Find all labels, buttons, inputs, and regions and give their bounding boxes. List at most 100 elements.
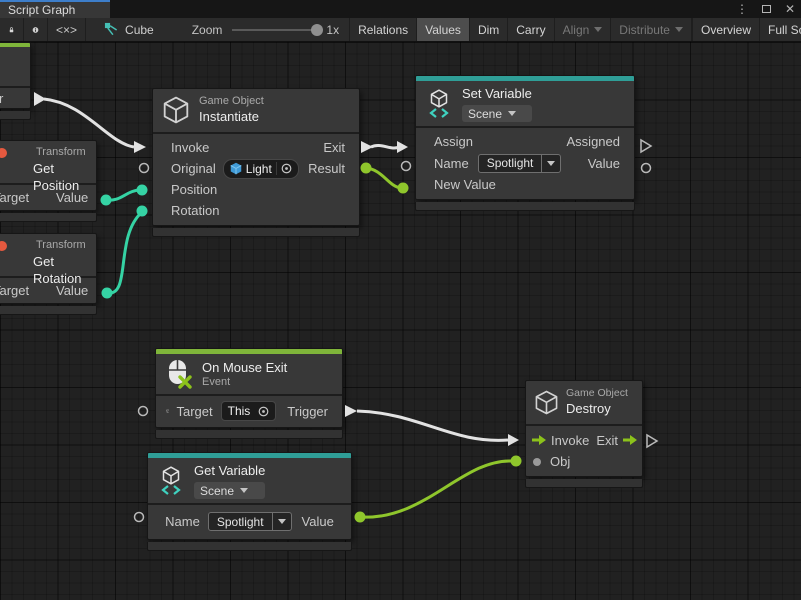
- input-name-label: Name: [165, 514, 200, 529]
- variable-scope-dropdown[interactable]: Scene: [462, 105, 532, 122]
- graph-canvas[interactable]: r Transform Get Position Target Value: [0, 42, 801, 600]
- input-target-label: Target: [0, 283, 29, 298]
- chevron-down-icon: [594, 27, 602, 32]
- chevron-down-icon: [547, 161, 555, 166]
- tab-script-graph[interactable]: Script Graph: [0, 0, 110, 18]
- port-mouseexit-target-in[interactable]: [139, 407, 148, 416]
- wire-exit-to-assign[interactable]: [371, 145, 399, 148]
- chevron-down-icon: [675, 27, 683, 32]
- overview-button[interactable]: Overview: [693, 18, 760, 41]
- port-destroy-exit-out[interactable]: [647, 435, 657, 447]
- maximize-icon[interactable]: [759, 0, 773, 18]
- relations-toggle[interactable]: Relations: [350, 18, 417, 41]
- port-setvariable-newvalue-in[interactable]: [398, 183, 409, 194]
- output-trigger-label: Trigger: [287, 404, 328, 419]
- input-invoke-label: Invoke: [171, 140, 209, 155]
- node-on-mouse-exit[interactable]: On Mouse Exit Event Target This: [155, 348, 343, 439]
- flow-out-arrow-icon: [622, 433, 638, 447]
- node-get-position[interactable]: Transform Get Position Target Value: [0, 140, 97, 222]
- port-row-label: r: [0, 91, 3, 106]
- object-picker-icon[interactable]: [254, 405, 273, 418]
- port-mouseexit-trigger-out[interactable]: [345, 405, 357, 417]
- align-dropdown[interactable]: Align: [555, 18, 612, 41]
- port-instantiate-exit-out[interactable]: [361, 141, 373, 153]
- port-instantiate-position-in[interactable]: [137, 185, 148, 196]
- port-getvariable-value-out[interactable]: [355, 512, 366, 523]
- port-destroy-obj-in[interactable]: [511, 456, 522, 467]
- port-getrotation-value-out[interactable]: [102, 288, 113, 299]
- original-object-field[interactable]: Light: [223, 159, 299, 179]
- code-preview-button[interactable]: <×>: [48, 18, 86, 41]
- code-glyph: <×>: [56, 23, 77, 37]
- mouse-exit-icon: [166, 359, 192, 389]
- full-screen-button[interactable]: Full Screen: [760, 18, 801, 41]
- node-title: Instantiate: [199, 108, 264, 125]
- variable-scope-dropdown[interactable]: Scene: [194, 482, 265, 499]
- info-button[interactable]: [24, 18, 48, 41]
- node-title: Destroy: [566, 400, 628, 417]
- distribute-dropdown[interactable]: Distribute: [611, 18, 692, 41]
- chevron-down-icon: [278, 519, 286, 524]
- variable-icon: [426, 89, 452, 118]
- node-set-variable[interactable]: Set Variable Scene Assign Assigned Name: [415, 75, 635, 211]
- port-event-trigger-out[interactable]: [34, 92, 46, 106]
- port-instantiate-original-in[interactable]: [140, 164, 149, 173]
- port-getposition-value-out[interactable]: [101, 195, 112, 206]
- output-value-label: Value: [56, 190, 88, 205]
- values-toggle[interactable]: Values: [417, 18, 470, 41]
- port-setvariable-assign-in[interactable]: [397, 141, 408, 153]
- carry-toggle[interactable]: Carry: [508, 18, 554, 41]
- node-offscreen-event[interactable]: r: [0, 42, 31, 120]
- dim-toggle[interactable]: Dim: [470, 18, 508, 41]
- port-instantiate-result-out[interactable]: [361, 163, 372, 174]
- zoom-control: Zoom 1x: [160, 18, 350, 41]
- wire-rotation-value[interactable]: [107, 212, 142, 293]
- tab-title: Script Graph: [8, 3, 75, 17]
- flow-in-arrow-icon: [531, 433, 547, 447]
- port-instantiate-invoke-in[interactable]: [134, 141, 146, 153]
- node-category: Game Object: [199, 95, 264, 108]
- node-title: Get Variable: [194, 462, 265, 479]
- output-value-label: Value: [56, 283, 88, 298]
- port-getvariable-name-in[interactable]: [135, 513, 144, 522]
- node-instantiate[interactable]: Game Object Instantiate Invoke Exit Orig…: [152, 88, 360, 237]
- object-picker-icon[interactable]: [276, 162, 296, 175]
- port-setvariable-name-in[interactable]: [402, 162, 411, 171]
- input-assign-label: Assign: [434, 134, 473, 149]
- node-get-variable[interactable]: Get Variable Scene Name Spotlight Value: [147, 452, 352, 551]
- wire-trigger-to-invoke[interactable]: [357, 411, 508, 440]
- zoom-value: 1x: [326, 23, 339, 37]
- port-destroy-invoke-in[interactable]: [508, 434, 519, 446]
- input-new-value-label: New Value: [434, 177, 496, 192]
- port-instantiate-rotation-in[interactable]: [137, 206, 148, 217]
- graph-toolbar: <×> Cube Zoom 1x Relations Values Dim Ca…: [0, 18, 801, 42]
- target-object-field[interactable]: This: [221, 401, 277, 421]
- wire-position-value[interactable]: [106, 190, 141, 200]
- chevron-down-icon: [240, 488, 248, 493]
- node-title: On Mouse Exit: [202, 359, 287, 376]
- chevron-down-icon: [508, 111, 516, 116]
- close-icon[interactable]: ✕: [783, 0, 797, 18]
- zoom-label: Zoom: [192, 23, 223, 37]
- output-value-label: Value: [302, 514, 334, 529]
- zoom-slider-knob[interactable]: [311, 24, 323, 36]
- wire-result-to-newvalue[interactable]: [366, 168, 401, 188]
- prefab-icon: [230, 162, 242, 175]
- lock-button[interactable]: [0, 18, 24, 41]
- port-setvariable-assigned-out[interactable]: [641, 140, 651, 152]
- lock-icon: [8, 23, 15, 37]
- kebab-menu-icon[interactable]: ⋮: [735, 0, 749, 18]
- transform-icon: [0, 148, 7, 158]
- input-obj-label: Obj: [550, 454, 570, 469]
- input-rotation-label: Rotation: [171, 203, 219, 218]
- tab-bar: Script Graph ⋮ ✕: [0, 0, 801, 18]
- zoom-slider[interactable]: [232, 29, 318, 31]
- port-setvariable-value-out[interactable]: [642, 164, 651, 173]
- variable-name-dropdown[interactable]: Spotlight: [478, 154, 562, 173]
- node-get-rotation[interactable]: Transform Get Rotation Target Value: [0, 233, 97, 315]
- wire-value-to-obj[interactable]: [360, 461, 512, 517]
- variable-name-dropdown[interactable]: Spotlight: [208, 512, 292, 531]
- node-destroy[interactable]: Game Object Destroy Invoke Exit: [525, 380, 643, 488]
- input-invoke-label: Invoke: [551, 433, 589, 448]
- output-value-label: Value: [588, 156, 620, 171]
